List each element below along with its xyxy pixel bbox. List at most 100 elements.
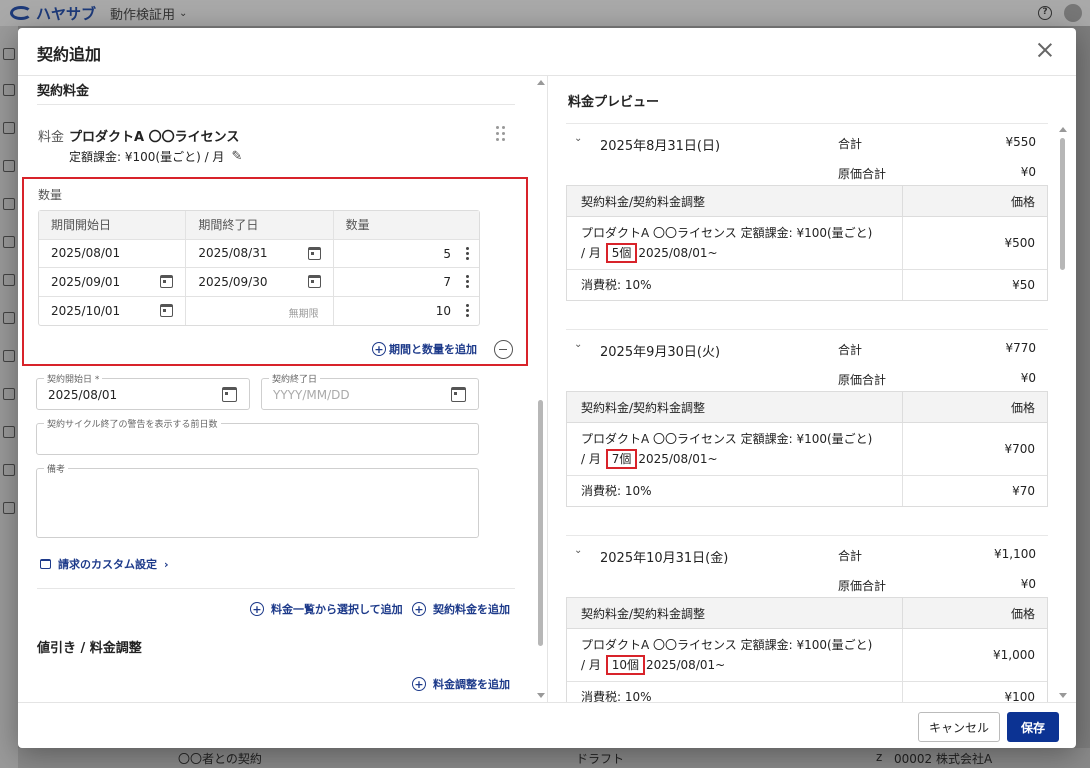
divider [37,588,515,589]
quantity-label: 数量 [38,188,63,202]
fee-description: 定額課金: ¥100(量ごと) / 月 ✎ [69,148,242,165]
environment-selector[interactable]: 動作検証用 [110,4,175,23]
chevron-down-icon[interactable]: ⌄ [574,339,582,350]
header-period-start: 期間開始日 [39,211,187,239]
fee-preview-pane: 料金プレビュー ⌄ 2025年8月31日(日) 合計 ¥550 原価合計 ¥0 … [547,76,1076,702]
fee-preview-title: 料金プレビュー [568,95,660,110]
scroll-down-icon[interactable] [1059,693,1067,698]
table-row: プロダクトA 〇〇ライセンス 定額課金: ¥100(量ごと) / 月 10個 202… [567,629,1047,682]
user-avatar-icon[interactable] [1064,4,1082,22]
scroll-down-icon[interactable] [537,693,545,698]
preview-month: ⌄ 2025年8月31日(日) 合計 ¥550 原価合計 ¥0 契約料金/契約料… [566,123,1048,301]
period-start-input[interactable]: 2025/09/01 [39,268,187,296]
nav-settings-icon[interactable] [3,464,15,476]
preview-month-header[interactable]: ⌄ 2025年8月31日(日) 合計 ¥550 原価合計 ¥0 [566,123,1048,185]
quantity-input[interactable]: 5 [334,240,479,268]
bg-contract-name: 〇〇者との契約 [178,752,262,766]
nav-chart-icon[interactable] [3,312,15,324]
more-vertical-icon[interactable] [466,275,470,289]
add-adjustment-button[interactable]: + 料金調整を追加 [412,676,510,692]
nav-user-icon[interactable] [3,350,15,362]
calendar-icon[interactable] [451,387,466,402]
cancel-button[interactable]: キャンセル [918,712,1000,742]
nav-layer-icon[interactable] [3,160,15,172]
contract-end-date-field[interactable]: 契約終了日 YYYY/MM/DD [261,372,479,410]
chevron-down-icon[interactable]: ⌄ [574,545,582,556]
calendar-settings-icon [40,559,51,569]
calendar-icon[interactable] [307,246,321,260]
chevron-right-icon: › [164,557,169,571]
drag-handle-icon[interactable] [496,126,508,142]
nav-contract-icon[interactable] [3,274,15,286]
billing-custom-settings-link[interactable]: 請求のカスタム設定 › [40,556,169,572]
chevron-down-icon[interactable]: ⌄ [179,8,187,19]
add-from-fee-list-button[interactable]: + 料金一覧から選択して追加 [250,601,403,617]
period-start-input[interactable]: 2025/08/01 [39,239,187,267]
section-title-discount: 値引き / 料金調整 [37,641,142,656]
dialog-header: 契約追加 [18,28,1076,76]
quantity-table: 期間開始日 期間終了日 数量 2025/08/01 2025/08/31 5 2… [38,210,480,326]
nav-home-icon[interactable] [3,48,15,60]
notes-textarea[interactable]: 備考 [36,462,479,538]
preview-table-header: 契約料金/契約料金調整 価格 [567,186,1047,217]
nav-report-icon[interactable] [3,388,15,400]
preview-month-header[interactable]: ⌄ 2025年9月30日(火) 合計 ¥770 原価合計 ¥0 [566,329,1048,391]
preview-table-header: 契約料金/契約料金調整 価格 [567,598,1047,629]
table-row: プロダクトA 〇〇ライセンス 定額課金: ¥100(量ごと) / 月 7個 2025… [567,423,1047,476]
preview-month-header[interactable]: ⌄ 2025年10月31日(金) 合計 ¥1,100 原価合計 ¥0 [566,535,1048,597]
period-end-input[interactable]: 2025/08/31 [186,239,334,267]
calendar-icon[interactable] [160,303,174,317]
period-start-input[interactable]: 2025/10/01 [39,296,187,325]
quantity-input[interactable]: 7 [334,268,479,296]
more-vertical-icon[interactable] [466,246,470,261]
bg-contract-status: ドラフト [576,752,625,766]
background-table-row: 〇〇者との契約 ドラフト z 00002 株式会社A [18,748,1090,768]
quantity-highlight: 7個 [605,449,638,469]
fee-preview-list: ⌄ 2025年8月31日(日) 合計 ¥550 原価合計 ¥0 契約料金/契約料… [548,123,1076,702]
preview-table: 契約料金/契約料金調整 価格 プロダクトA 〇〇ライセンス 定額課金: ¥100… [566,391,1048,507]
logo-text: ハヤサブ [36,4,97,23]
scroll-up-icon[interactable] [1059,127,1067,132]
dialog-title: 契約追加 [37,45,102,64]
minus-circle-icon[interactable] [494,340,513,359]
nav-menu-icon[interactable] [3,502,15,514]
scroll-thumb[interactable] [1060,138,1065,270]
header-quantity: 数量 [345,218,370,233]
add-period-quantity-button[interactable]: + 期間と数量を追加 [372,341,477,357]
add-contract-fee-button[interactable]: + 契約料金を追加 [412,601,510,617]
calendar-icon[interactable] [222,387,237,402]
chevron-down-icon[interactable]: ⌄ [574,133,582,144]
help-icon[interactable]: ? [1038,6,1052,20]
pencil-icon[interactable]: ✎ [231,149,242,164]
table-row: 2025/08/01 2025/08/31 5 [39,239,479,268]
period-end-input[interactable]: 無期限 [186,296,334,325]
nav-invoice-icon[interactable] [3,426,15,438]
contract-start-date-field[interactable]: 契約開始日 * 2025/08/01 [36,372,250,410]
table-row: 消費税: 10% ¥70 [567,476,1047,506]
scroll-thumb[interactable] [538,400,543,646]
plus-circle-icon: + [250,602,264,616]
logo[interactable]: ハヤサブ [10,3,96,24]
warning-days-input[interactable]: 契約サイクル終了の警告を表示する前日数 [36,417,479,455]
nav-document-icon[interactable] [3,236,15,248]
nav-yen-icon[interactable] [3,198,15,210]
logo-mark-icon [10,6,32,20]
scroll-up-icon[interactable] [537,80,545,85]
plus-circle-icon: + [412,677,426,691]
dialog-footer: キャンセル 保存 [18,702,1076,748]
calendar-icon[interactable] [307,275,321,288]
quantity-input[interactable]: 10 [334,297,479,326]
calendar-icon[interactable] [160,275,174,288]
quantity-section: 数量 期間開始日 期間終了日 数量 2025/08/01 2025/08/31 … [22,177,528,366]
unlimited-text: 無期限 [288,308,319,320]
more-vertical-icon[interactable] [466,303,470,318]
close-icon[interactable] [1036,41,1054,59]
nav-list-icon[interactable] [3,84,15,96]
nav-tag-icon[interactable] [3,122,15,134]
preview-scrollbar[interactable] [1059,123,1067,702]
preview-month: ⌄ 2025年10月31日(金) 合計 ¥1,100 原価合計 ¥0 契約料金/… [566,535,1048,702]
left-scrollbar[interactable] [537,76,545,702]
period-end-input[interactable]: 2025/09/30 [186,268,334,296]
contract-form-pane: 契約料金 料金 プロダクトA 〇〇ライセンス 定額課金: ¥100(量ごと) /… [18,76,546,702]
save-button[interactable]: 保存 [1007,712,1059,742]
